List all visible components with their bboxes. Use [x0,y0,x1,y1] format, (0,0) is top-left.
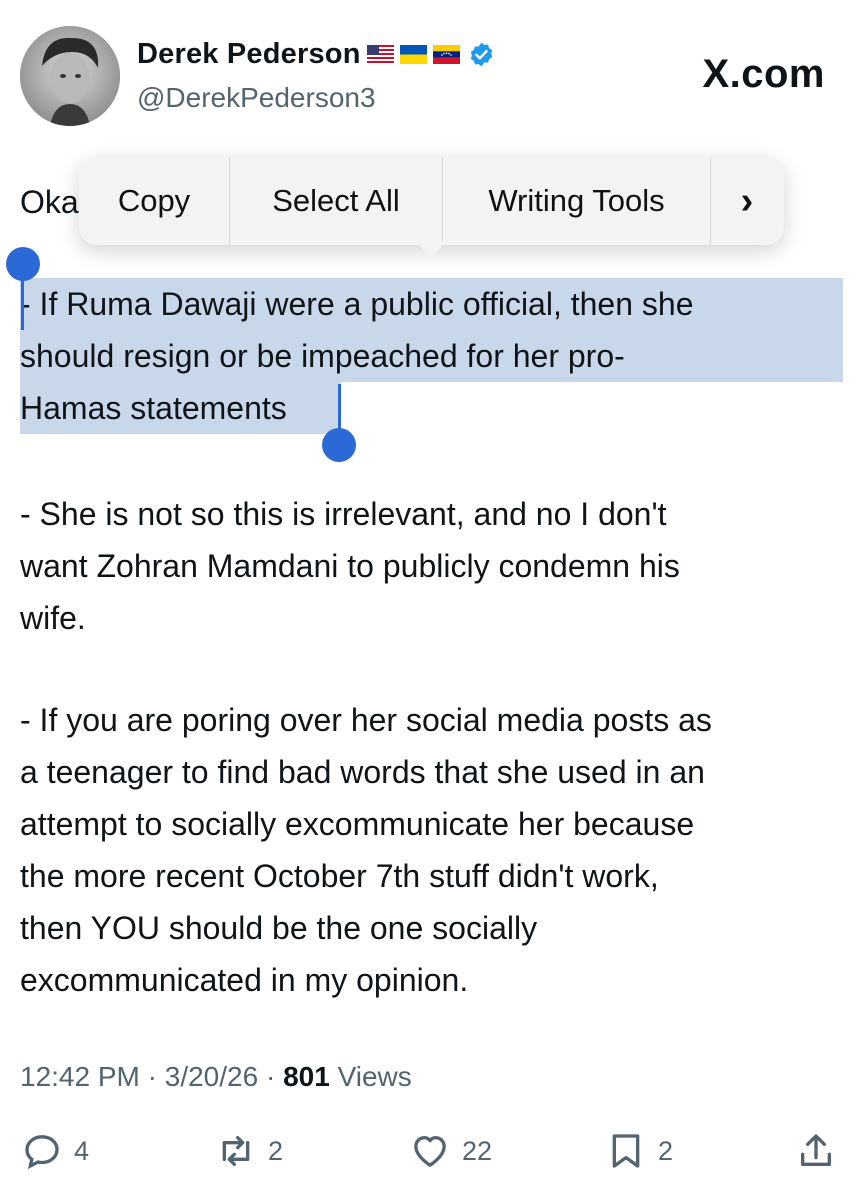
copy-menu-item[interactable]: Copy [79,157,229,245]
brand-logo: X.com [702,52,825,96]
repost-count: 2 [268,1135,284,1166]
tweet-line: - If you are poring over her social medi… [20,702,712,738]
tweet-intro-partial: Oka [20,184,79,220]
meta-separator: · [265,1061,284,1092]
share-button[interactable] [796,1131,836,1171]
select-all-menu-item[interactable]: Select All [230,157,442,245]
tweet-line: - If Ruma Dawaji were a public official,… [20,286,694,322]
tweet-line: wife. [20,600,86,636]
tweet-line: a teenager to find bad words that she us… [20,754,705,790]
tweet-meta: 12:42 PM · 3/20/26 · 801 Views [20,1061,412,1093]
us-flag-icon [366,45,394,64]
writing-tools-menu-item[interactable]: Writing Tools [443,157,710,245]
selection-start-caret [21,270,24,330]
tweet-action-bar: 4 2 22 2 [0,1131,863,1181]
views-count: 801 [283,1061,330,1092]
author-handle[interactable]: @DerekPederson3 [137,82,376,114]
repost-button[interactable]: 2 [216,1131,283,1171]
selection-end-handle[interactable] [322,428,356,462]
repost-icon [222,1136,250,1166]
meta-separator: · [147,1061,165,1092]
author-name-row: Derek Pederson [137,38,495,71]
views-label: Views [337,1061,412,1092]
tweet-date[interactable]: 3/20/26 [165,1061,258,1092]
tweet-line: should resign or be impeached for her pr… [20,338,625,374]
reply-button[interactable]: 4 [22,1131,89,1171]
tweet-line: want Zohran Mamdani to publicly condemn … [20,548,680,584]
venezuela-flag-icon [432,45,460,64]
text-selection-context-menu: Copy Select All Writing Tools › [79,157,784,245]
bookmark-count: 2 [658,1135,674,1166]
tweet-line: attempt to socially excommunicate her be… [20,806,695,842]
bookmark-button[interactable]: 2 [606,1131,673,1171]
author-display-name[interactable]: Derek Pederson [137,38,361,71]
reply-icon [25,1135,59,1170]
tweet-time[interactable]: 12:42 PM [20,1061,140,1092]
heart-icon [414,1136,446,1167]
ukraine-flag-icon [399,45,427,64]
tweet-line: then YOU should be the one socially [20,910,538,946]
like-count: 22 [462,1135,493,1166]
context-menu-pointer [416,241,446,259]
reply-count: 4 [74,1135,90,1166]
tweet-line: - She is not so this is irrelevant, and … [20,496,667,532]
tweet-line: Hamas statements [20,390,287,426]
verified-badge-icon [470,42,492,67]
tweet-line: the more recent October 7th stuff didn't… [20,858,659,894]
tweet-line: excommunicated in my opinion. [20,962,469,998]
more-menu-chevron-icon[interactable]: › [711,157,783,245]
share-icon [801,1134,831,1166]
like-button[interactable]: 22 [410,1131,492,1171]
bookmark-icon [612,1134,640,1168]
avatar[interactable] [20,26,120,126]
